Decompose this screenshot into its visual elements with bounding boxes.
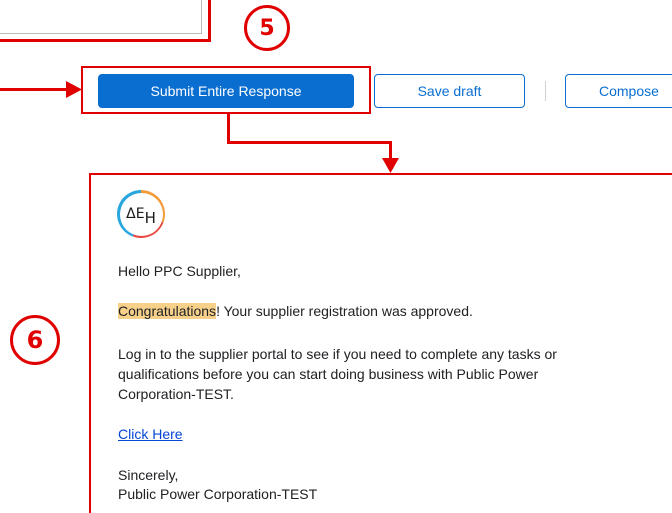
step-6-number: 6 bbox=[26, 326, 44, 354]
connector-line-across bbox=[227, 141, 392, 144]
highlighted-word: Congratulations bbox=[118, 303, 217, 319]
email-signature: Public Power Corporation-TEST bbox=[118, 486, 318, 502]
email-link-row: Click Here bbox=[118, 424, 638, 444]
compose-button[interactable]: Compose bbox=[565, 74, 672, 108]
arrow-down-icon bbox=[382, 158, 399, 173]
connector-line-down bbox=[227, 112, 230, 144]
previous-field-box bbox=[0, 0, 202, 34]
step-5-number: 5 bbox=[259, 15, 275, 41]
callout-arrow-line bbox=[0, 88, 70, 91]
approval-text: ! Your supplier registration was approve… bbox=[216, 303, 473, 319]
email-closing: Sincerely, bbox=[118, 467, 179, 483]
email-greeting: Hello PPC Supplier, bbox=[118, 263, 241, 279]
logo-subscript: H bbox=[144, 209, 156, 227]
save-draft-button[interactable]: Save draft bbox=[374, 74, 525, 108]
logo-mark: ΔE H bbox=[119, 192, 163, 236]
submit-entire-response-button[interactable]: Submit Entire Response bbox=[98, 74, 354, 108]
toolbar-divider bbox=[545, 81, 546, 101]
step-5-badge: 5 bbox=[244, 5, 290, 51]
email-body-paragraph: Log in to the supplier portal to see if … bbox=[118, 346, 557, 402]
click-here-link[interactable]: Click Here bbox=[118, 426, 183, 442]
arrow-right-icon bbox=[66, 81, 82, 98]
logo-text: ΔE bbox=[126, 206, 145, 222]
company-logo: ΔE H bbox=[117, 190, 165, 238]
email-preview-callout bbox=[89, 173, 672, 513]
email-approval-line: Congratulations! Your supplier registrat… bbox=[118, 301, 638, 321]
step-6-badge: 6 bbox=[10, 315, 60, 365]
